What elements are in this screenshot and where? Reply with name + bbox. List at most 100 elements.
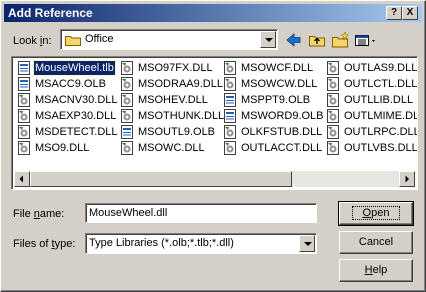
- list-item[interactable]: MSO9.DLL: [16, 140, 116, 156]
- help-accel: H: [364, 264, 373, 276]
- file-name: MSOTHUNK.DLL: [138, 110, 225, 122]
- file-name-label-head: File: [13, 208, 34, 220]
- list-item[interactable]: MSDETECT.DLL: [16, 124, 118, 140]
- dll-file-icon: [18, 125, 30, 139]
- list-item[interactable]: OUTLLIB.DLL: [325, 92, 417, 108]
- up-folder-button[interactable]: [307, 31, 327, 49]
- dll-file-icon: [121, 77, 133, 91]
- list-item[interactable]: MSOUTL9.OLB: [119, 124, 219, 140]
- title-bar[interactable]: Add Reference ? X: [4, 4, 422, 22]
- horizontal-scrollbar[interactable]: [14, 171, 415, 187]
- dll-file-icon: [121, 61, 133, 75]
- dll-file-icon: [224, 125, 236, 139]
- file-name-value: MouseWheel.dll: [89, 207, 168, 219]
- file-name: OUTLRPC.DLL: [344, 126, 418, 138]
- list-item[interactable]: MSWORD9.OLB: [222, 108, 324, 124]
- olb-file-icon: [224, 93, 236, 107]
- help-button[interactable]: Help: [339, 259, 413, 282]
- file-column-2: MSO97FX.DLL MSODRAA9.DLL MSOHEV.DLL MSOT…: [119, 60, 224, 156]
- list-item[interactable]: OLKFSTUB.DLL: [222, 124, 322, 140]
- olb-file-icon: [224, 109, 236, 123]
- add-reference-dialog: Add Reference ? X Look in: Office MouseW…: [0, 0, 426, 292]
- file-name: MSACNV30.DLL: [35, 94, 118, 106]
- list-item[interactable]: OUTLAS9.DLL: [325, 60, 417, 76]
- dll-file-icon: [18, 109, 30, 123]
- dll-file-icon: [327, 61, 339, 75]
- list-item[interactable]: OUTLRPC.DLL: [325, 124, 418, 140]
- list-item[interactable]: MSOHEV.DLL: [119, 92, 219, 108]
- window-title: Add Reference: [8, 6, 93, 20]
- list-item[interactable]: MSOWCF.DLL: [222, 60, 322, 76]
- list-item[interactable]: MouseWheel.tlb: [16, 60, 116, 76]
- file-type-label: Files of type:: [13, 238, 75, 250]
- list-item[interactable]: MSO97FX.DLL: [119, 60, 219, 76]
- file-name: MSPPT9.OLB: [241, 94, 311, 106]
- list-item[interactable]: MSACC9.OLB: [16, 76, 116, 92]
- dll-file-icon: [18, 141, 30, 155]
- file-type-label-head: Files of: [13, 238, 52, 250]
- file-name-input[interactable]: MouseWheel.dll: [85, 203, 317, 223]
- file-name: OUTLCTL.DLL: [344, 78, 418, 90]
- file-name: MSOUTL9.OLB: [138, 126, 216, 138]
- view-menu-icon: [355, 35, 375, 46]
- look-in-value: Office: [85, 33, 114, 45]
- list-item[interactable]: MSOWCW.DLL: [222, 76, 322, 92]
- new-folder-icon: [332, 31, 350, 48]
- file-type-value: Type Libraries (*.olb;*.tlb;*.dll): [89, 237, 234, 249]
- dll-file-icon: [224, 77, 236, 91]
- file-name: MSWORD9.OLB: [241, 110, 324, 122]
- scrollbar-thumb[interactable]: [30, 171, 292, 187]
- list-item[interactable]: MSPPT9.OLB: [222, 92, 322, 108]
- file-type-select[interactable]: Type Libraries (*.olb;*.tlb;*.dll): [85, 233, 317, 254]
- file-name: MSO9.DLL: [35, 142, 90, 154]
- view-menu-button[interactable]: [353, 31, 379, 49]
- file-name: MSODRAA9.DLL: [138, 78, 223, 90]
- scroll-left-button[interactable]: [14, 171, 30, 187]
- list-item[interactable]: MSODRAA9.DLL: [119, 76, 223, 92]
- dll-file-icon: [327, 125, 339, 139]
- list-item[interactable]: MSAEXP30.DLL: [16, 108, 116, 124]
- look-in-label-text: Look: [13, 35, 40, 47]
- file-list[interactable]: MouseWheel.tlb MSACC9.OLB MSACNV30.DLL M…: [11, 56, 418, 190]
- look-in-label-tail: n:: [42, 35, 52, 47]
- new-folder-button[interactable]: [330, 31, 350, 49]
- dll-file-icon: [121, 93, 133, 107]
- dll-file-icon: [18, 93, 30, 107]
- list-item[interactable]: MSOWC.DLL: [119, 140, 219, 156]
- back-arrow-icon: [286, 33, 301, 47]
- file-name-label-tail: ame:: [39, 208, 65, 220]
- file-type-dropdown-arrow[interactable]: [299, 235, 315, 252]
- open-accel: O: [362, 207, 372, 219]
- scroll-right-arrow-icon: [405, 175, 409, 183]
- file-name: MouseWheel.tlb: [33, 60, 116, 76]
- list-item[interactable]: OUTLACCT.DLL: [222, 140, 322, 156]
- dll-file-icon: [224, 141, 236, 155]
- look-in-combo[interactable]: Office: [60, 29, 278, 50]
- close-title-button[interactable]: X: [402, 6, 418, 20]
- file-column-1: MouseWheel.tlb MSACC9.OLB MSACNV30.DLL M…: [16, 60, 118, 156]
- file-name: MSOHEV.DLL: [138, 94, 208, 106]
- list-item[interactable]: OUTLCTL.DLL: [325, 76, 418, 92]
- file-column-3: MSOWCF.DLL MSOWCW.DLL MSPPT9.OLB MSWORD9…: [222, 60, 324, 156]
- file-name: MSACC9.OLB: [35, 78, 106, 90]
- scroll-right-button[interactable]: [399, 171, 415, 187]
- file-name: OUTLMIME.DLL: [344, 110, 418, 122]
- open-button[interactable]: Open: [338, 201, 414, 226]
- olb-file-icon: [121, 125, 133, 139]
- file-name: MSDETECT.DLL: [35, 126, 118, 138]
- dll-file-icon: [327, 93, 339, 107]
- list-item[interactable]: OUTLVBS.DLL: [325, 140, 417, 156]
- list-item[interactable]: OUTLMIME.DLL: [325, 108, 418, 124]
- look-in-label: Look in:: [13, 35, 52, 47]
- up-folder-icon: [309, 36, 325, 47]
- back-button[interactable]: [284, 31, 304, 49]
- list-item[interactable]: MSACNV30.DLL: [16, 92, 118, 108]
- dll-file-icon: [327, 77, 339, 91]
- file-name: OUTLLIB.DLL: [344, 94, 414, 106]
- help-title-button[interactable]: ?: [386, 6, 402, 20]
- list-item[interactable]: MSOTHUNK.DLL: [119, 108, 224, 124]
- file-name: MSOWCF.DLL: [241, 62, 314, 74]
- cancel-button[interactable]: Cancel: [339, 231, 413, 254]
- look-in-dropdown-arrow[interactable]: [260, 31, 276, 48]
- file-column-4: OUTLAS9.DLL OUTLCTL.DLL OUTLLIB.DLL OUTL…: [325, 60, 418, 156]
